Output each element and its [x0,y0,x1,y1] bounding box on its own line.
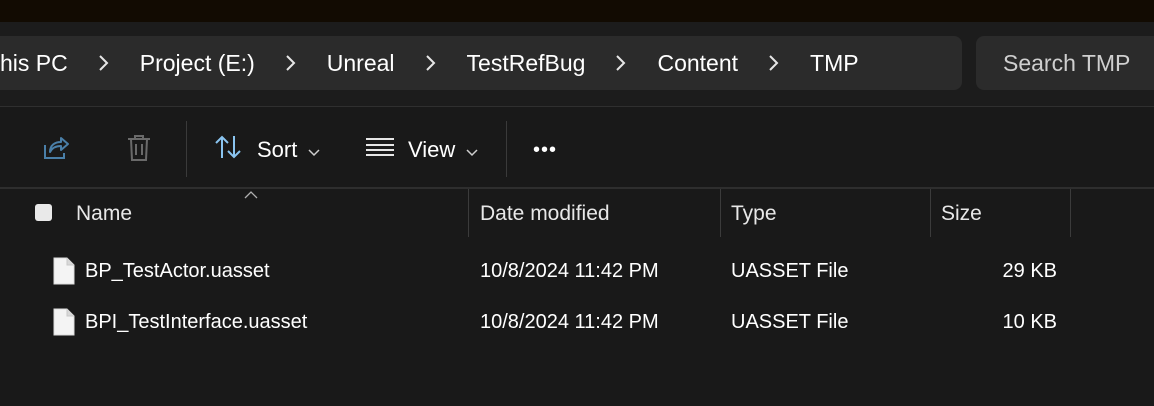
chevron-right-icon[interactable] [585,54,657,72]
column-header-size[interactable]: Size [941,189,982,239]
file-name: BP_TestActor.uasset [85,259,270,282]
column-divider[interactable] [468,189,469,237]
title-bar-strip [0,0,1154,22]
breadcrumb-item-project[interactable]: Project (E:) [140,50,255,77]
breadcrumb-item-testrefbug[interactable]: TestRefBug [467,50,586,77]
file-type: UASSET File [731,259,849,282]
sort-icon [213,132,243,168]
column-divider[interactable] [720,189,721,237]
sort-button[interactable]: Sort [213,133,320,167]
file-icon [53,248,75,294]
column-divider[interactable] [1070,189,1071,237]
search-placeholder: Search TMP [1003,49,1131,76]
chevron-down-icon [308,137,320,163]
chevron-right-icon[interactable] [395,54,467,72]
column-header-date[interactable]: Date modified [480,189,610,239]
more-options-button[interactable]: ••• [533,133,557,167]
column-header-name[interactable]: Name [76,189,132,239]
sort-label: Sort [257,137,298,162]
file-date: 10/8/2024 11:42 PM [480,310,659,333]
command-bar [0,107,1154,187]
file-size: 10 KB [1002,310,1057,333]
share-icon [40,133,70,169]
file-name: BPI_TestInterface.uasset [85,310,308,333]
delete-button[interactable] [124,133,154,169]
file-size: 29 KB [1002,259,1057,282]
toolbar-separator [506,121,507,177]
more-icon: ••• [533,138,558,161]
breadcrumb-item-this-pc[interactable]: his PC [0,50,68,77]
chevron-right-icon[interactable] [738,54,810,72]
column-header-type[interactable]: Type [731,189,777,239]
trash-icon [124,133,154,169]
file-row[interactable]: BP_TestActor.uasset 10/8/2024 11:42 PM U… [0,248,1154,294]
share-button[interactable] [40,133,70,169]
chevron-right-icon[interactable] [255,54,327,72]
chevron-down-icon [466,137,478,163]
toolbar-separator [186,121,187,177]
column-divider[interactable] [930,189,931,237]
breadcrumb-item-tmp[interactable]: TMP [810,50,859,77]
view-list-icon [366,137,394,163]
file-type: UASSET File [731,310,849,333]
chevron-right-icon[interactable] [68,54,140,72]
breadcrumb-item-unreal[interactable]: Unreal [327,50,395,77]
column-header-row: Name Date modified Type Size [0,189,1154,239]
file-icon [53,299,75,345]
breadcrumb-item-content[interactable]: Content [657,50,738,77]
file-row[interactable]: BPI_TestInterface.uasset 10/8/2024 11:42… [0,299,1154,345]
breadcrumb[interactable]: his PC Project (E:) Unreal TestRefBug Co… [0,36,962,90]
view-label: View [408,137,456,162]
search-input[interactable]: Search TMP [976,36,1154,90]
view-button[interactable]: View [366,133,478,167]
file-date: 10/8/2024 11:42 PM [480,259,659,282]
